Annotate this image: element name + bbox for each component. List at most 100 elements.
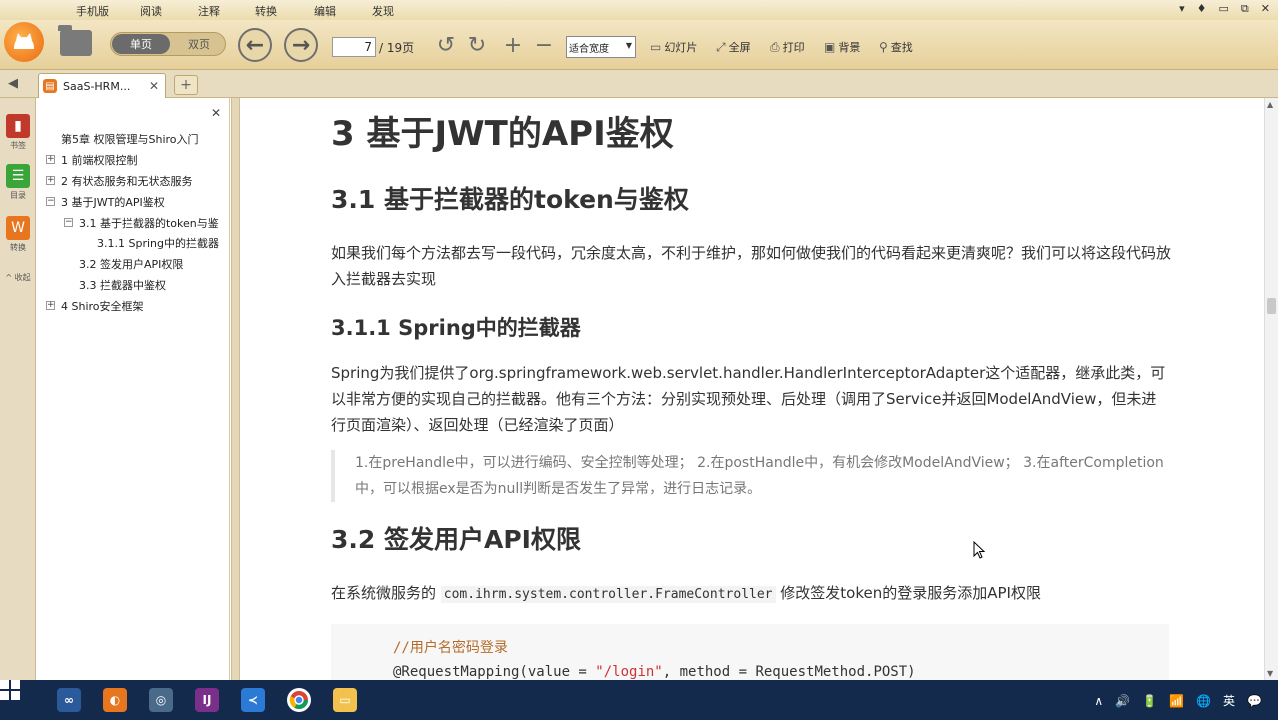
rotate-right-icon[interactable]: ↻ — [464, 32, 490, 58]
collapse-icon[interactable]: − — [46, 197, 55, 206]
page-number-input[interactable]: 7 — [332, 37, 376, 57]
paragraph-frame-controller: 在系统微服务的 com.ihrm.system.controller.Frame… — [331, 580, 1171, 608]
tab-close-icon[interactable]: ✕ — [149, 79, 159, 93]
single-page-button[interactable]: 单页 — [112, 34, 170, 54]
language-indicator[interactable]: 英 — [1223, 692, 1235, 709]
expand-icon[interactable]: + — [46, 176, 55, 185]
windows-start-icon[interactable] — [0, 680, 20, 700]
scroll-down-icon[interactable]: ▼ — [1267, 669, 1273, 678]
outline-item[interactable]: 3.2 签发用户API权限 — [79, 256, 183, 272]
outline-item[interactable]: 第5章 权限管理与Shiro入门 — [61, 131, 199, 147]
convert-button[interactable]: W 转换 — [4, 216, 32, 253]
scroll-thumb[interactable] — [1267, 298, 1276, 314]
fullscreen-label: 全屏 — [728, 41, 751, 54]
visual-studio-icon[interactable]: ∞ — [57, 688, 81, 712]
tray-expand-icon[interactable]: ∧ — [1094, 694, 1103, 708]
close-icon[interactable]: ✕ — [1261, 2, 1270, 16]
forward-arrow-icon[interactable]: → — [284, 28, 318, 62]
wifi-icon[interactable]: 📶 — [1169, 694, 1184, 708]
contents-label: 目录 — [10, 191, 26, 200]
vertical-scrollbar[interactable]: ▲ ▼ — [1264, 98, 1278, 680]
zoom-in-icon[interactable]: + — [500, 32, 526, 58]
skin-icon[interactable]: ♦ — [1197, 2, 1207, 16]
restore-icon[interactable]: ⧉ — [1241, 2, 1249, 16]
outline-item[interactable]: +1 前端权限控制 — [46, 152, 138, 168]
outline-item-label: 1 前端权限控制 — [61, 154, 138, 167]
convert-icon: W — [6, 216, 30, 240]
outline-item[interactable]: 3.3 拦截器中鉴权 — [79, 277, 166, 293]
outline-item[interactable]: +4 Shiro安全框架 — [46, 298, 144, 314]
rotate-left-icon[interactable]: ↺ — [433, 32, 459, 58]
vscode-icon[interactable]: ≺ — [241, 688, 265, 712]
outline-item[interactable]: 3.1.1 Spring中的拦截器 — [97, 235, 219, 251]
menu-edit[interactable]: 编辑 — [314, 3, 336, 19]
menu-annotate[interactable]: 注释 — [198, 3, 220, 19]
new-tab-button[interactable]: + — [174, 75, 198, 95]
bookmarks-label: 书签 — [10, 141, 26, 150]
dropdown-icon[interactable]: ▾ — [1179, 2, 1185, 16]
open-folder-icon[interactable] — [58, 25, 92, 56]
collapse-rail-button[interactable]: ^ 收起 — [4, 272, 32, 283]
pdf-reader-icon[interactable]: ◐ — [103, 688, 127, 712]
search-icon: ⚲ — [879, 40, 888, 54]
document-favicon-icon: ▤ — [43, 79, 57, 93]
fullscreen-button[interactable]: ⤢ 全屏 — [716, 39, 751, 55]
chrome-icon[interactable] — [287, 688, 311, 712]
back-arrow-icon[interactable]: ← — [238, 28, 272, 62]
double-page-button[interactable]: 双页 — [173, 34, 225, 54]
page-total: / 19页 — [379, 41, 415, 55]
code-method: , method = RequestMethod.POST) — [662, 664, 916, 680]
zoom-select[interactable]: 适合宽度 — [566, 36, 636, 58]
find-label: 查找 — [890, 41, 913, 54]
outline-close-icon[interactable]: ✕ — [211, 106, 221, 120]
file-explorer-icon[interactable]: ▭ — [333, 688, 357, 712]
background-button[interactable]: ▣ 背景 — [824, 39, 860, 55]
heading-3-2: 3.2 签发用户API权限 — [331, 525, 581, 554]
menu-mobile[interactable]: 手机版 — [76, 3, 109, 19]
expand-icon[interactable]: + — [46, 301, 55, 310]
contents-icon: ☰ — [6, 164, 30, 188]
convert-label: 转换 — [10, 243, 26, 252]
text-after-code: 修改签发token的登录服务添加API权限 — [775, 584, 1041, 602]
menu-read[interactable]: 阅读 — [140, 3, 162, 19]
expand-icon[interactable]: + — [46, 155, 55, 164]
background-icon: ▣ — [824, 40, 836, 54]
cat-logo-icon[interactable] — [4, 22, 44, 62]
slideshow-icon: ▭ — [650, 40, 662, 54]
taskbar: ∞ ◐ ◎ IJ ≺ ▭ ∧ 🔊 🔋 📶 🌐 英 💬 — [0, 680, 1278, 720]
outline-item-label: 3 基于JWT的API鉴权 — [61, 196, 165, 209]
battery-icon[interactable]: 🔋 — [1142, 694, 1157, 708]
menu-convert[interactable]: 转换 — [255, 3, 277, 19]
outline-item-label: 3.1 基于拦截器的token与鉴 — [79, 217, 219, 230]
outline-item-label: 2 有状态服务和无状态服务 — [61, 175, 193, 188]
collapse-icon[interactable]: − — [64, 218, 73, 227]
network-tool-icon[interactable]: ◎ — [149, 688, 173, 712]
outline-item[interactable]: −3.1 基于拦截器的token与鉴 — [64, 215, 219, 231]
print-button[interactable]: ⎙ 打印 — [770, 39, 805, 55]
notification-icon[interactable]: 💬 — [1247, 694, 1262, 708]
network-icon[interactable]: 🌐 — [1196, 694, 1211, 708]
outline-item-label: 第5章 权限管理与Shiro入门 — [61, 133, 199, 146]
document-tab[interactable]: ▤ SaaS-HRM... ✕ — [38, 73, 166, 98]
outline-panel: ✕ 第5章 权限管理与Shiro入门 +1 前端权限控制 +2 有状态服务和无状… — [38, 98, 230, 680]
printer-icon: ⎙ — [770, 39, 780, 54]
text-before-code: 在系统微服务的 — [331, 584, 441, 602]
outline-item[interactable]: +2 有状态服务和无状态服务 — [46, 173, 193, 189]
zoom-out-icon[interactable]: − — [531, 32, 557, 58]
outline-item[interactable]: −3 基于JWT的API鉴权 — [46, 194, 165, 210]
volume-icon[interactable]: 🔊 — [1115, 694, 1130, 708]
contents-button[interactable]: ☰ 目录 — [4, 164, 32, 201]
panel-splitter[interactable] — [231, 98, 240, 680]
toolbar: 单页 双页 ← → 7 / 19页 ↺ ↻ + − 适合宽度 ▭幻灯片 ⤢全屏 … — [0, 20, 1278, 70]
find-button[interactable]: ⚲ 查找 — [879, 39, 913, 55]
paragraph-spring: Spring为我们提供了org.springframework.web.serv… — [331, 364, 1166, 434]
collapse-sidebar-icon[interactable]: ◀ — [8, 76, 18, 91]
blockquote: 1.在preHandle中，可以进行编码、安全控制等处理； 2.在postHan… — [331, 450, 1171, 502]
minimize-icon[interactable]: ▭ — [1219, 2, 1229, 16]
slideshow-button[interactable]: ▭ 幻灯片 — [650, 39, 697, 55]
scroll-up-icon[interactable]: ▲ — [1267, 100, 1273, 109]
bookmarks-button[interactable]: ▮ 书签 — [4, 114, 32, 151]
print-label: 打印 — [782, 41, 805, 54]
menu-discover[interactable]: 发现 — [372, 3, 394, 19]
intellij-icon[interactable]: IJ — [195, 688, 219, 712]
